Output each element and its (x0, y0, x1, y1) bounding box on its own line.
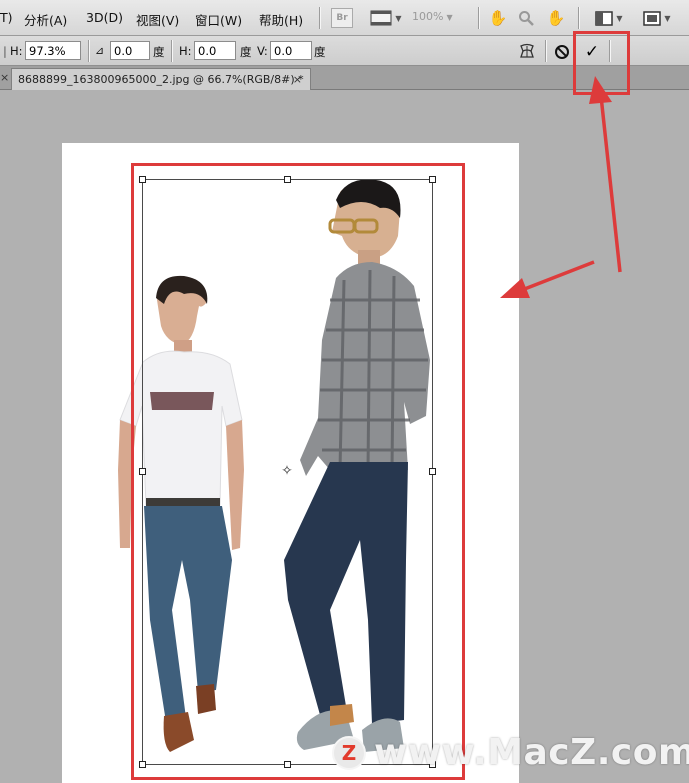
watermark-logo: Z (332, 735, 366, 770)
watermark: Z www.MacZ.com (332, 732, 689, 773)
watermark-text: www.MacZ.com (374, 732, 689, 773)
annotation-box-commit (573, 31, 630, 95)
annotation-box-canvas (131, 163, 465, 780)
